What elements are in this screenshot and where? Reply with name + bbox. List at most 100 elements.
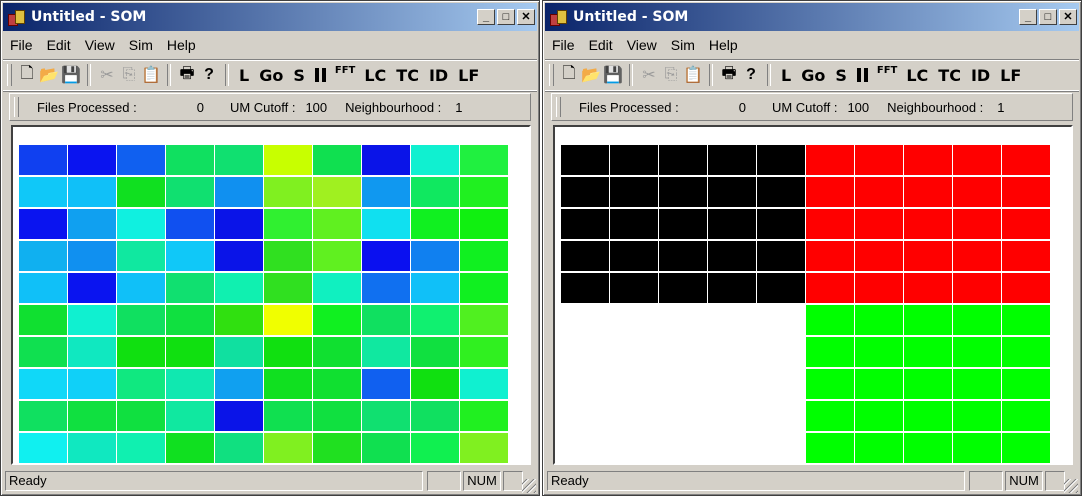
- map-cell[interactable]: [166, 273, 214, 303]
- map-cell[interactable]: [904, 433, 952, 463]
- map-cell[interactable]: [659, 369, 707, 399]
- cut-icon[interactable]: ✂: [638, 64, 660, 86]
- map-cell[interactable]: [757, 433, 805, 463]
- map-cell[interactable]: [904, 305, 952, 335]
- map-cell[interactable]: [855, 433, 903, 463]
- lf-button[interactable]: LF: [995, 66, 1026, 85]
- map-cell[interactable]: [264, 273, 312, 303]
- tc-button[interactable]: TC: [933, 66, 966, 85]
- map-cell[interactable]: [68, 337, 116, 367]
- map-cell[interactable]: [313, 305, 361, 335]
- map-cell[interactable]: [610, 209, 658, 239]
- lc-button[interactable]: LC: [901, 66, 933, 85]
- resize-grip[interactable]: [522, 479, 536, 493]
- map-cell[interactable]: [117, 305, 165, 335]
- map-cell[interactable]: [411, 433, 459, 463]
- map-cell[interactable]: [757, 369, 805, 399]
- map-cell[interactable]: [68, 305, 116, 335]
- map-cell[interactable]: [855, 337, 903, 367]
- map-cell[interactable]: [215, 209, 263, 239]
- map-cell[interactable]: [264, 209, 312, 239]
- map-cell[interactable]: [708, 401, 756, 431]
- map-cell[interactable]: [659, 433, 707, 463]
- id-button[interactable]: ID: [966, 66, 995, 85]
- map-cell[interactable]: [362, 305, 410, 335]
- map-cell[interactable]: [215, 433, 263, 463]
- minimize-button[interactable]: _: [1019, 9, 1037, 25]
- map-cell[interactable]: [757, 401, 805, 431]
- map-cell[interactable]: [953, 337, 1001, 367]
- map-cell[interactable]: [166, 209, 214, 239]
- map-cell[interactable]: [411, 369, 459, 399]
- map-cell[interactable]: [561, 305, 609, 335]
- map-cell[interactable]: [117, 401, 165, 431]
- map-cell[interactable]: [1002, 273, 1050, 303]
- map-cell[interactable]: [659, 401, 707, 431]
- map-cell[interactable]: [19, 369, 67, 399]
- map-cell[interactable]: [855, 241, 903, 271]
- map-cell[interactable]: [855, 209, 903, 239]
- lc-button[interactable]: LC: [359, 66, 391, 85]
- map-cell[interactable]: [953, 305, 1001, 335]
- map-cell[interactable]: [264, 241, 312, 271]
- s-button[interactable]: S: [830, 66, 852, 85]
- maximize-button[interactable]: □: [497, 9, 515, 25]
- map-cell[interactable]: [68, 369, 116, 399]
- map-cell[interactable]: [757, 177, 805, 207]
- map-cell[interactable]: [953, 209, 1001, 239]
- map-cell[interactable]: [610, 369, 658, 399]
- map-cell[interactable]: [757, 209, 805, 239]
- title-bar[interactable]: Untitled - SOM _ □ ✕: [545, 3, 1079, 31]
- app-icon[interactable]: [549, 8, 567, 26]
- save-disk-icon[interactable]: 💾: [60, 64, 82, 86]
- map-cell[interactable]: [264, 145, 312, 175]
- map-cell[interactable]: [904, 273, 952, 303]
- map-cell[interactable]: [215, 337, 263, 367]
- menu-sim[interactable]: Sim: [122, 37, 160, 53]
- map-cell[interactable]: [757, 273, 805, 303]
- map-cell[interactable]: [215, 273, 263, 303]
- map-cell[interactable]: [610, 337, 658, 367]
- map-cell[interactable]: [411, 401, 459, 431]
- map-cell[interactable]: [1002, 177, 1050, 207]
- map-cell[interactable]: [460, 433, 508, 463]
- map-cell[interactable]: [1002, 369, 1050, 399]
- map-cell[interactable]: [19, 433, 67, 463]
- map-cell[interactable]: [806, 273, 854, 303]
- map-cell[interactable]: [117, 177, 165, 207]
- map-cell[interactable]: [561, 177, 609, 207]
- map-cell[interactable]: [117, 209, 165, 239]
- map-cell[interactable]: [411, 145, 459, 175]
- map-cell[interactable]: [561, 401, 609, 431]
- l-button[interactable]: L: [776, 66, 796, 85]
- map-cell[interactable]: [659, 273, 707, 303]
- map-cell[interactable]: [708, 305, 756, 335]
- map-cell[interactable]: [313, 177, 361, 207]
- map-cell[interactable]: [1002, 145, 1050, 175]
- map-cell[interactable]: [757, 145, 805, 175]
- map-cell[interactable]: [806, 241, 854, 271]
- map-cell[interactable]: [708, 209, 756, 239]
- map-cell[interactable]: [362, 401, 410, 431]
- map-cell[interactable]: [561, 369, 609, 399]
- close-button[interactable]: ✕: [1059, 9, 1077, 25]
- map-cell[interactable]: [806, 369, 854, 399]
- map-cell[interactable]: [362, 209, 410, 239]
- copy-icon[interactable]: ⎘: [660, 64, 682, 86]
- menu-help[interactable]: Help: [160, 37, 203, 53]
- map-cell[interactable]: [806, 177, 854, 207]
- map-cell[interactable]: [264, 337, 312, 367]
- go-button[interactable]: Go: [254, 66, 288, 85]
- toolbar-grip[interactable]: [549, 64, 554, 86]
- menu-file[interactable]: File: [545, 37, 582, 53]
- map-cell[interactable]: [166, 177, 214, 207]
- map-cell[interactable]: [362, 177, 410, 207]
- map-cell[interactable]: [610, 433, 658, 463]
- map-cell[interactable]: [904, 145, 952, 175]
- fft-button[interactable]: FFT: [873, 65, 901, 76]
- map-cell[interactable]: [313, 433, 361, 463]
- map-cell[interactable]: [953, 369, 1001, 399]
- map-cell[interactable]: [953, 401, 1001, 431]
- map-cell[interactable]: [659, 145, 707, 175]
- map-canvas[interactable]: [553, 125, 1073, 465]
